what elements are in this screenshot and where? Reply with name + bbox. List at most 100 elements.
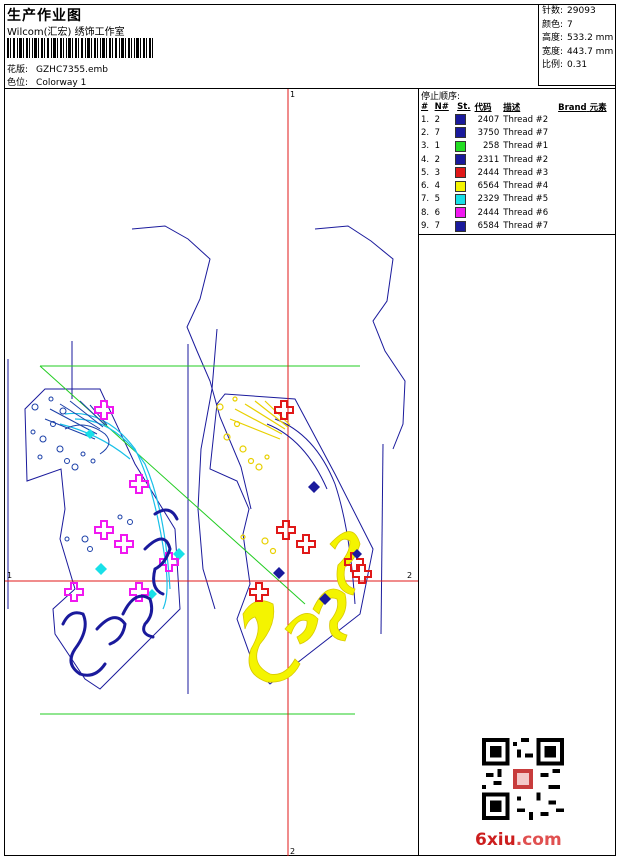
stop-color-swatch (453, 126, 473, 139)
color-swatch (455, 154, 467, 166)
axis-marker-left: 1 (7, 571, 12, 580)
stop-code: 3750 (477, 127, 500, 138)
stop-desc: Thread #2 (503, 154, 549, 165)
stop-index: 5. (421, 167, 430, 178)
stop-index: 9. (421, 221, 430, 232)
stop-index: 7. (421, 194, 430, 205)
stop-code: 2444 (477, 167, 500, 178)
stop-code: 2444 (477, 207, 500, 218)
color-swatch (455, 167, 467, 179)
stop-row: 1. 2 2407 Thread #2 (419, 113, 615, 126)
center-crosshair (5, 89, 418, 856)
stop-needle: 1 (434, 141, 440, 152)
stats-box: 针数: 29093 颜色: 7 高度: 533.2 mm 宽度: 443.7 mm 比例… (538, 4, 616, 86)
color-swatch (455, 180, 467, 192)
col-desc: 描述 (503, 103, 521, 113)
stop-table-bottom-line (418, 234, 616, 235)
stop-desc: Thread #1 (503, 141, 549, 152)
stop-index: 8. (421, 207, 430, 218)
stop-desc: Thread #4 (503, 181, 549, 192)
col-brand: Brand 元素 (558, 103, 607, 113)
col-st: St. (457, 102, 471, 112)
page-title: 生产作业图 (7, 8, 82, 24)
stop-code: 258 (483, 141, 500, 152)
stop-brand (556, 206, 615, 219)
stop-needle: 5 (434, 194, 440, 205)
stop-needle: 6 (434, 207, 440, 218)
colorway-value: Colorway 1 (36, 78, 87, 88)
stop-row: 3. 1 258 Thread #1 (419, 140, 615, 153)
stop-needle: 4 (434, 181, 440, 192)
col-needle: N# (434, 102, 449, 112)
stat-scale: 比例: 0.31 (542, 60, 588, 70)
stop-color-swatch (453, 206, 473, 219)
studio-name: Wilcom(汇宏) 绣饰工作室 (7, 27, 125, 38)
stop-index: 4. (421, 154, 430, 165)
left-cyan-crosses (85, 429, 185, 599)
colorway-line: 色位: Colorway 1 (7, 75, 86, 88)
color-swatch (455, 207, 467, 219)
stop-color-swatch (453, 140, 473, 153)
embroidery-design-preview: 1 1 2 2 (5, 89, 418, 856)
stop-desc: Thread #6 (503, 207, 549, 218)
stop-brand (556, 166, 615, 179)
stop-color-swatch (453, 113, 473, 126)
color-swatch (455, 220, 467, 232)
stop-code: 2329 (477, 194, 500, 205)
stop-brand (556, 193, 615, 206)
axis-marker-top: 1 (290, 90, 295, 99)
stop-needle: 2 (434, 114, 440, 125)
color-swatch (455, 140, 467, 152)
left-motif (30, 396, 185, 677)
design-file: GZHC7355.emb (36, 65, 109, 75)
stat-height: 高度: 533.2 mm (542, 33, 614, 43)
stop-needle: 7 (434, 221, 440, 232)
stop-needle: 3 (434, 167, 440, 178)
axis-marker-bottom: 2 (290, 847, 295, 856)
stop-index: 3. (421, 141, 430, 152)
stat-stitches: 针数: 29093 (542, 6, 596, 16)
stop-row: 9. 7 6584 Thread #7 (419, 219, 615, 232)
color-swatch (455, 127, 467, 139)
stop-color-swatch (453, 153, 473, 166)
stop-index: 2. (421, 127, 430, 138)
right-panel-outline-2 (197, 328, 218, 610)
stop-code: 6584 (477, 221, 500, 232)
stop-row: 2. 7 3750 Thread #7 (419, 126, 615, 139)
stop-brand (556, 219, 615, 232)
garment-outlines (7, 225, 406, 694)
stop-row: 6. 4 6564 Thread #4 (419, 179, 615, 192)
col-index: # (421, 102, 429, 112)
stop-color-swatch (453, 166, 473, 179)
stop-desc: Thread #2 (503, 114, 549, 125)
stop-row: 5. 3 2444 Thread #3 (419, 166, 615, 179)
stop-desc: Thread #7 (503, 127, 549, 138)
stop-brand (556, 153, 615, 166)
stop-code: 2407 (477, 114, 500, 125)
stop-brand (556, 113, 615, 126)
stop-desc: Thread #7 (503, 221, 549, 232)
stop-desc: Thread #3 (503, 167, 549, 178)
stop-brand (556, 140, 615, 153)
design-label: 花版: (7, 65, 29, 75)
color-swatch (455, 114, 467, 126)
stop-brand (556, 126, 615, 139)
right-chest-outline (380, 443, 384, 635)
stop-color-swatch (453, 219, 473, 232)
axis-marker-right: 2 (407, 571, 412, 580)
stop-color-swatch (453, 193, 473, 206)
design-file-line: 花版: GZHC7355.emb (7, 62, 108, 75)
right-panel-outline (314, 225, 406, 450)
stop-index: 6. (421, 181, 430, 192)
stop-desc: Thread #5 (503, 194, 549, 205)
stat-colors: 颜色: 7 (542, 19, 573, 30)
axis-markers: 1 1 2 2 (7, 90, 412, 856)
stop-row: 7. 5 2329 Thread #5 (419, 193, 615, 206)
col-code: 代码 (474, 103, 492, 113)
stop-needle: 2 (434, 154, 440, 165)
stop-row: 4. 2 2311 Thread #2 (419, 153, 615, 166)
qr-code (482, 738, 564, 820)
stop-table-header: # N# St. 代码 描述 Brand 元素 (419, 101, 615, 113)
colorway-label: 色位: (7, 78, 29, 88)
stop-brand (556, 179, 615, 192)
